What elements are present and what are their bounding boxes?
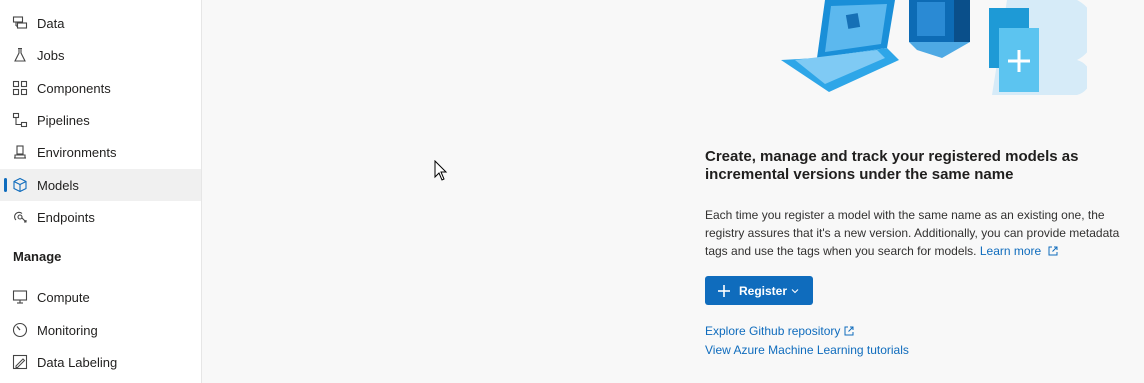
sidebar-item-label: Models	[37, 177, 79, 193]
pipelines-icon	[12, 112, 28, 128]
models-hero-illustration	[781, 0, 1087, 95]
github-link[interactable]: Explore Github repository	[705, 324, 854, 338]
sidebar-item-data[interactable]: Data	[0, 7, 201, 39]
labeling-icon	[12, 354, 28, 370]
models-empty-state: Create, manage and track your registered…	[202, 0, 1144, 383]
sidebar-item-label: Environments	[37, 144, 117, 160]
plus-icon	[718, 284, 730, 297]
register-button[interactable]: Register	[705, 276, 813, 305]
sidebar-item-label: Jobs	[37, 47, 65, 63]
flask-icon	[12, 47, 28, 63]
gauge-icon	[12, 322, 28, 338]
external-link-icon	[844, 326, 854, 336]
sidebar-item-pipelines[interactable]: Pipelines	[0, 104, 201, 136]
sidebar-item-compute[interactable]: Compute	[0, 281, 201, 313]
description: Each time you register a model with the …	[705, 206, 1144, 260]
sidebar-item-data-labeling[interactable]: Data Labeling	[0, 346, 201, 378]
sidebar-item-label: Pipelines	[37, 112, 90, 128]
chevron-down-icon	[791, 288, 799, 293]
sidebar-item-models[interactable]: Models	[0, 169, 201, 201]
monitor-icon	[12, 289, 28, 305]
learn-more-label: Learn more	[979, 244, 1042, 258]
left-nav: Data Jobs Components Pipelines Environme…	[0, 0, 202, 383]
sidebar-item-label: Monitoring	[37, 322, 98, 338]
external-link-icon	[1048, 246, 1058, 256]
components-icon	[12, 80, 28, 96]
endpoints-icon	[12, 209, 28, 225]
register-label: Register	[739, 283, 788, 298]
sidebar-item-label: Data Labeling	[37, 354, 118, 370]
github-link-label: Explore Github repository	[705, 324, 841, 338]
sidebar-item-components[interactable]: Components	[0, 72, 201, 104]
data-icon	[12, 15, 28, 31]
sidebar-item-label: Endpoints	[37, 209, 95, 225]
mouse-cursor-icon	[434, 160, 448, 181]
page-title: Create, manage and track your registered…	[705, 148, 1079, 183]
environments-icon	[12, 144, 28, 160]
sidebar-item-jobs[interactable]: Jobs	[0, 39, 201, 71]
sidebar-item-label: Components	[37, 80, 111, 96]
sidebar-item-label: Compute	[37, 289, 90, 305]
sidebar-item-endpoints[interactable]: Endpoints	[0, 201, 201, 233]
sidebar-item-monitoring[interactable]: Monitoring	[0, 314, 201, 346]
tutorials-link[interactable]: View Azure Machine Learning tutorials	[705, 343, 909, 357]
tutorials-link-label: View Azure Machine Learning tutorials	[705, 343, 909, 357]
cube-icon	[12, 177, 28, 193]
sidebar-item-environments[interactable]: Environments	[0, 136, 201, 168]
sidebar-item-label: Data	[37, 15, 65, 31]
learn-more-link[interactable]: Learn more	[980, 244, 1058, 258]
manage-heading: Manage	[13, 249, 62, 264]
